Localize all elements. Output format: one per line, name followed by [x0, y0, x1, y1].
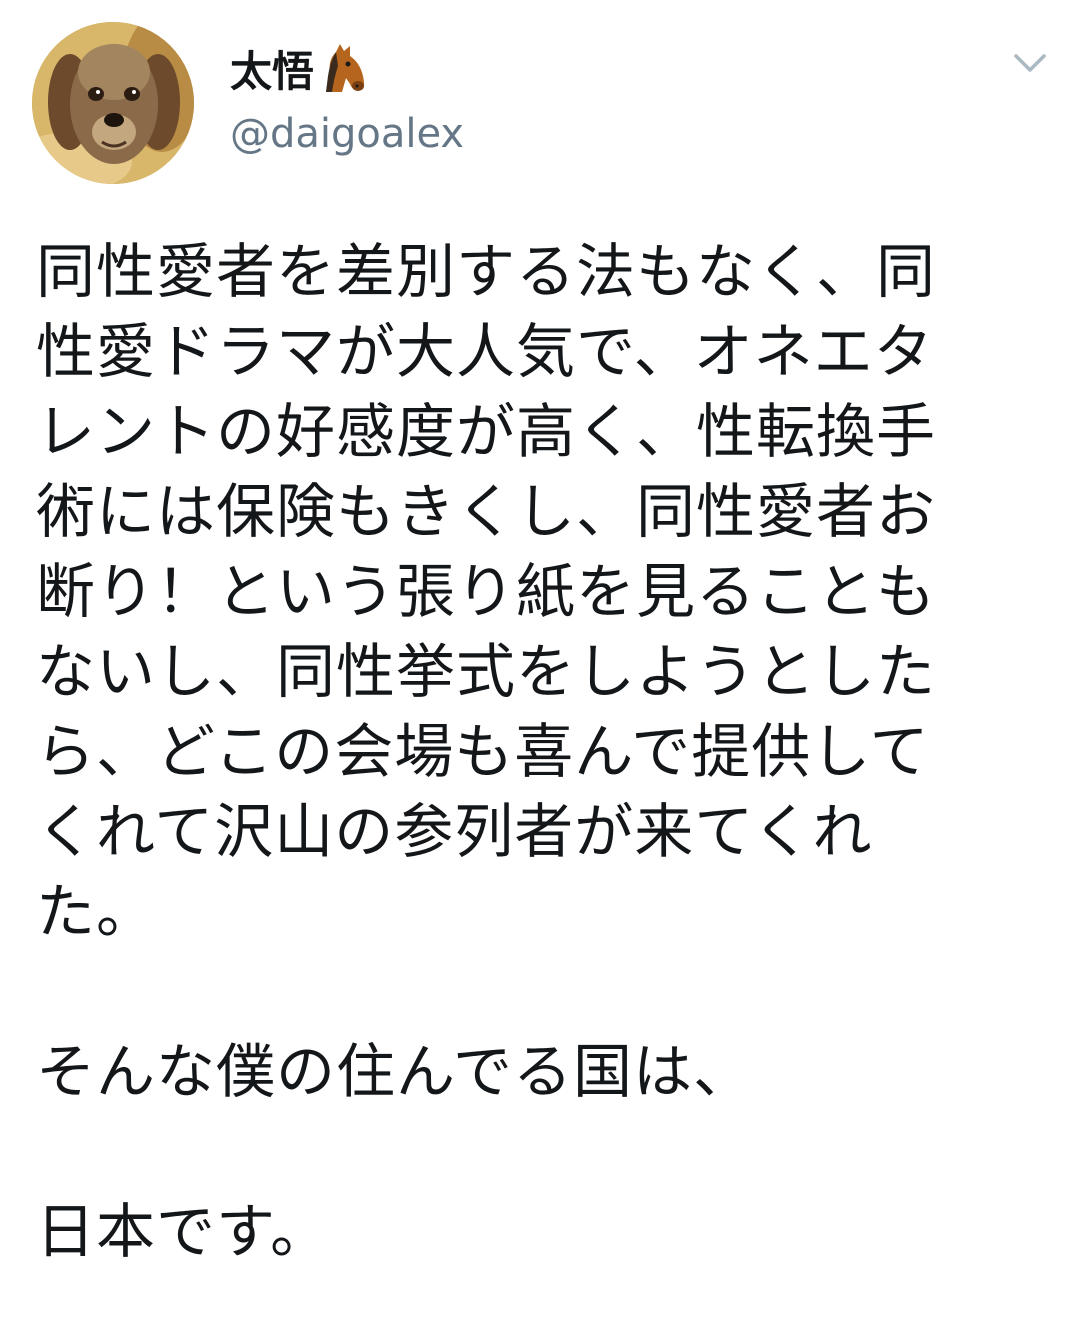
avatar[interactable] [32, 22, 194, 184]
paragraph-break [36, 952, 1046, 1032]
tweet-text: 同性愛者を差別する法もなく、同 性愛ドラマが大人気で、オネエタ レントの好感度が… [36, 232, 1046, 1272]
tweet-text-line: くれて沢山の参列者が来てくれ [36, 797, 873, 866]
tweet-text-line: 断り！という張り紙を見ることも [36, 557, 937, 626]
display-name[interactable]: 太悟 [230, 42, 368, 100]
tweet-text-line: レントの好感度が高く、性転換手 [36, 397, 937, 466]
chevron-down-icon[interactable] [1008, 46, 1052, 82]
tweet-card: 太悟 @daigoalex 同性愛者を差別する法もなく、同 性愛ドラマが大人気で… [0, 0, 1080, 1339]
dog-avatar-image [32, 22, 194, 184]
user-handle[interactable]: @daigoalex [230, 106, 464, 162]
tweet-text-line: 術には保険もきくし、同性愛者お [36, 477, 937, 546]
tweet-text-line: ないし、同性挙式をしようとした [36, 637, 937, 706]
paragraph-break [36, 1112, 1046, 1192]
tweet-text-line: た。 [36, 877, 157, 946]
display-name-text: 太悟 [230, 47, 315, 96]
tweet-text-line: 性愛ドラマが大人気で、オネエタ [36, 317, 934, 386]
tweet-text-line: 日本です。 [36, 1197, 331, 1266]
tweet-text-line: 同性愛者を差別する法もなく、同 [36, 237, 937, 306]
horse-face-icon [316, 42, 368, 94]
tweet-text-line: ら、どこの会場も喜んで提供して [36, 717, 930, 786]
tweet-text-line: そんな僕の住んでる国は、 [36, 1037, 754, 1106]
